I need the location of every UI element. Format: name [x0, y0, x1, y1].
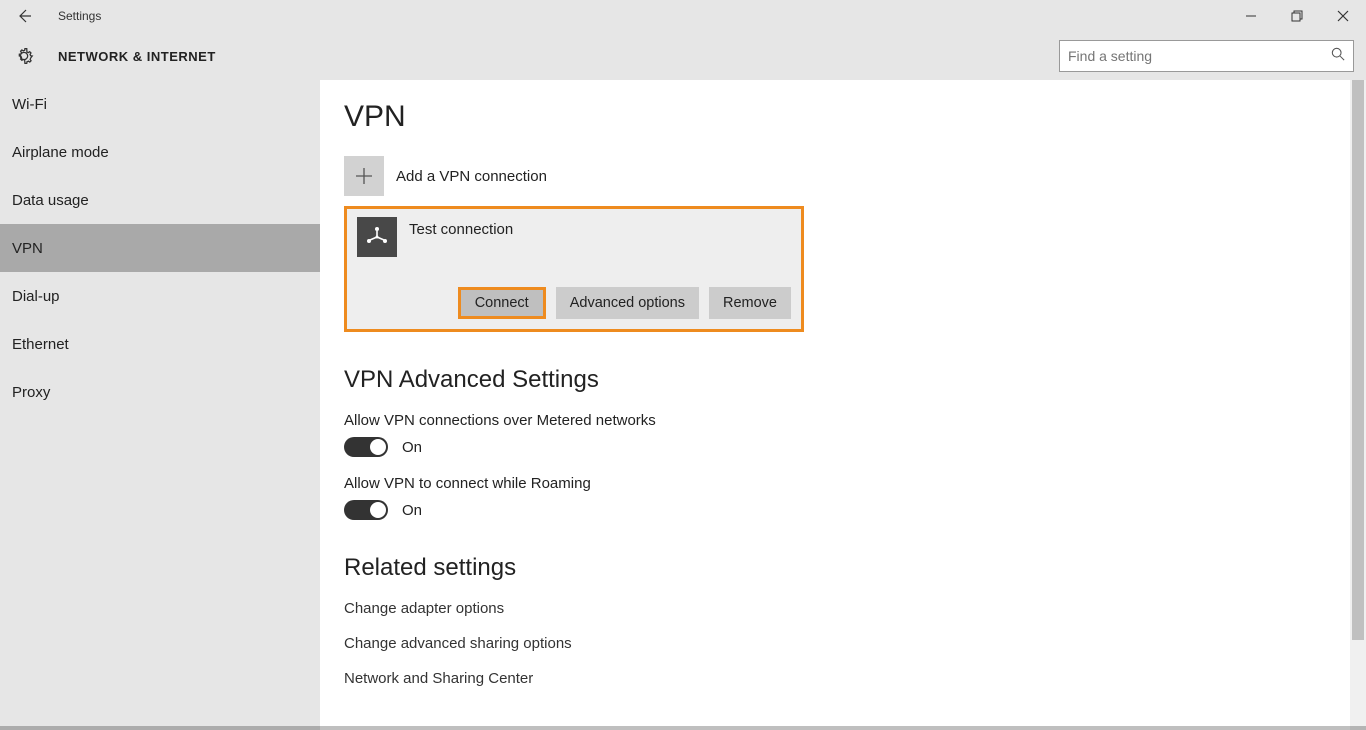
maximize-button[interactable] — [1274, 0, 1320, 32]
content: VPN Add a VPN connection — [320, 80, 1366, 730]
minimize-icon — [1245, 10, 1257, 22]
search-box[interactable] — [1059, 40, 1354, 72]
connect-button[interactable]: Connect — [458, 287, 546, 319]
vpn-connection-card[interactable]: Test connection Connect Advanced options… — [344, 206, 804, 332]
add-vpn-row[interactable]: Add a VPN connection — [344, 156, 1342, 196]
sidebar-item-label: Proxy — [12, 384, 50, 401]
toggle-state: On — [402, 502, 422, 519]
plus-icon — [344, 156, 384, 196]
sidebar-item-label: VPN — [12, 240, 43, 257]
maximize-icon — [1291, 10, 1303, 22]
sidebar-item-wifi[interactable]: Wi-Fi — [0, 80, 320, 128]
sidebar-item-label: Ethernet — [12, 336, 69, 353]
vpn-connection-name: Test connection — [409, 217, 513, 238]
vpn-icon — [357, 217, 397, 257]
header: NETWORK & INTERNET — [0, 32, 1366, 80]
link-change-advanced-sharing[interactable]: Change advanced sharing options — [344, 635, 1342, 652]
page-title: VPN — [344, 100, 1342, 134]
sidebar-item-airplane-mode[interactable]: Airplane mode — [0, 128, 320, 176]
related-heading: Related settings — [344, 554, 1342, 582]
sidebar-item-label: Data usage — [12, 192, 89, 209]
setting-roaming: Allow VPN to connect while Roaming On — [344, 475, 1342, 520]
scrollbar[interactable] — [1350, 80, 1366, 730]
vpn-connection-buttons: Connect Advanced options Remove — [357, 287, 791, 319]
close-icon — [1337, 10, 1349, 22]
window-title: Settings — [58, 9, 101, 23]
sidebar-item-label: Dial-up — [12, 288, 60, 305]
minimize-button[interactable] — [1228, 0, 1274, 32]
search-input[interactable] — [1068, 48, 1331, 64]
close-button[interactable] — [1320, 0, 1366, 32]
sidebar-item-ethernet[interactable]: Ethernet — [0, 320, 320, 368]
back-button[interactable] — [0, 0, 48, 32]
arrow-left-icon — [16, 8, 32, 24]
scrollbar-thumb[interactable] — [1352, 80, 1364, 640]
main: Wi-Fi Airplane mode Data usage VPN Dial-… — [0, 80, 1366, 730]
setting-label: Allow VPN connections over Metered netwo… — [344, 412, 1342, 429]
sidebar-item-label: Airplane mode — [12, 144, 109, 161]
sidebar-item-vpn[interactable]: VPN — [0, 224, 320, 272]
sidebar-item-label: Wi-Fi — [12, 96, 47, 113]
setting-metered: Allow VPN connections over Metered netwo… — [344, 412, 1342, 457]
search-icon — [1331, 47, 1345, 66]
vpn-connection-header: Test connection — [357, 217, 791, 257]
add-vpn-label: Add a VPN connection — [396, 168, 547, 185]
link-change-adapter-options[interactable]: Change adapter options — [344, 600, 1342, 617]
toggle-roaming[interactable] — [344, 500, 388, 520]
page-caption: NETWORK & INTERNET — [58, 49, 216, 64]
remove-button[interactable]: Remove — [709, 287, 791, 319]
setting-label: Allow VPN to connect while Roaming — [344, 475, 1342, 492]
toggle-metered[interactable] — [344, 437, 388, 457]
advanced-heading: VPN Advanced Settings — [344, 366, 1342, 394]
sidebar-item-proxy[interactable]: Proxy — [0, 368, 320, 416]
sidebar-item-dialup[interactable]: Dial-up — [0, 272, 320, 320]
gear-icon — [12, 44, 36, 68]
toggle-state: On — [402, 439, 422, 456]
bottom-edge — [0, 726, 1366, 730]
titlebar: Settings — [0, 0, 1366, 32]
sidebar: Wi-Fi Airplane mode Data usage VPN Dial-… — [0, 80, 320, 730]
content-wrap: VPN Add a VPN connection — [320, 80, 1366, 730]
advanced-options-button[interactable]: Advanced options — [556, 287, 699, 319]
sidebar-item-data-usage[interactable]: Data usage — [0, 176, 320, 224]
link-network-sharing-center[interactable]: Network and Sharing Center — [344, 670, 1342, 687]
